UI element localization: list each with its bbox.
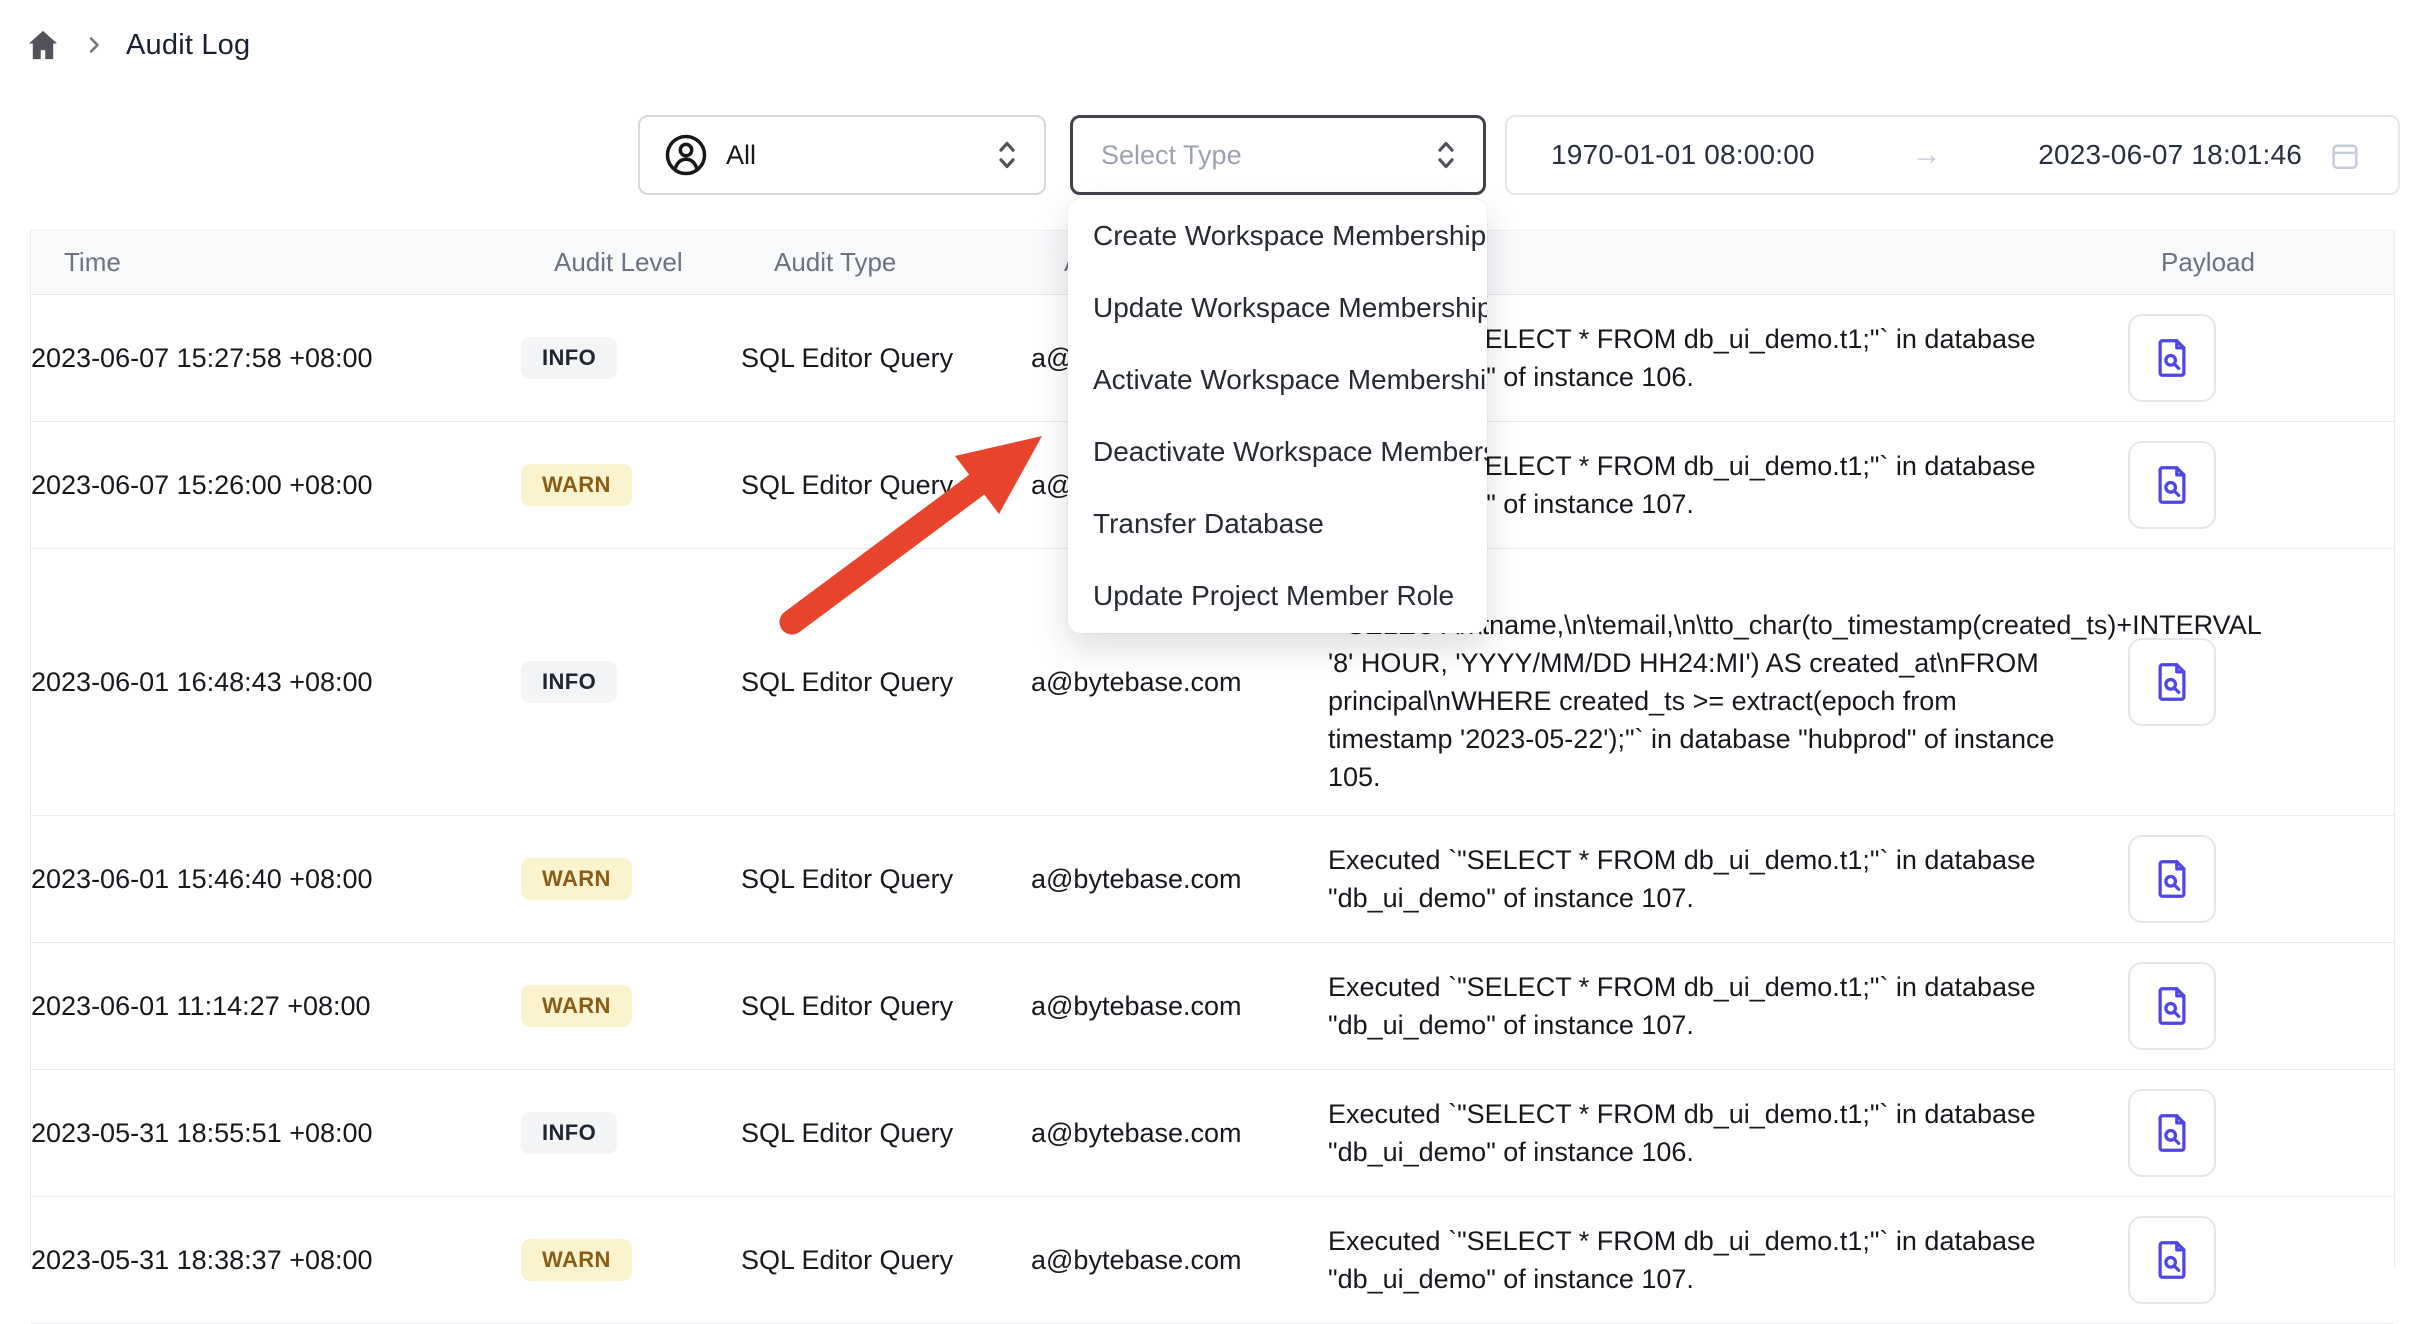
audit-time: 2023-05-31 18:55:51 +08:00 — [31, 1118, 521, 1149]
page-title: Audit Log — [126, 29, 250, 62]
audit-actor: a@bytebase.com — [1031, 667, 1328, 698]
audit-type: SQL Editor Query — [741, 667, 1031, 698]
chevron-up-down-icon — [1431, 138, 1461, 172]
header-payload: Payload — [2131, 247, 2394, 278]
date-range-end[interactable]: 2023-06-07 18:01:46 — [2038, 139, 2302, 171]
view-payload-button[interactable] — [2128, 835, 2216, 923]
audit-time: 2023-06-07 15:27:58 +08:00 — [31, 343, 521, 374]
header-time: Time — [64, 247, 554, 278]
document-search-icon — [2149, 1110, 2195, 1156]
date-range-start[interactable]: 1970-01-01 08:00:00 — [1551, 139, 1815, 171]
audit-type: SQL Editor Query — [741, 1118, 1031, 1149]
document-search-icon — [2149, 1237, 2195, 1283]
table-row: 2023-05-31 18:55:51 +08:00 INFO SQL Edit… — [31, 1070, 2394, 1197]
date-range-picker[interactable]: 1970-01-01 08:00:00 → 2023-06-07 18:01:4… — [1505, 115, 2400, 195]
audit-level-badge: WARN — [521, 464, 632, 506]
audit-type: SQL Editor Query — [741, 991, 1031, 1022]
audit-level-badge: WARN — [521, 858, 632, 900]
table-row: 2023-06-01 15:46:40 +08:00 WARN SQL Edit… — [31, 816, 2394, 943]
audit-actor: a@bytebase.com — [1031, 991, 1328, 1022]
menu-item-transfer-database[interactable]: Transfer Database — [1068, 488, 1487, 560]
document-search-icon — [2149, 462, 2195, 508]
view-payload-button[interactable] — [2128, 638, 2216, 726]
document-search-icon — [2149, 335, 2195, 381]
view-payload-button[interactable] — [2128, 1089, 2216, 1177]
audit-comment: Executed `"SELECT * FROM db_ui_demo.t1;"… — [1328, 1095, 2073, 1171]
audit-log-page: { "breadcrumb": { "title": "Audit Log" }… — [0, 0, 2410, 1268]
header-audit-type: Audit Type — [774, 247, 1064, 278]
view-payload-button[interactable] — [2128, 314, 2216, 402]
view-payload-button[interactable] — [2128, 962, 2216, 1050]
chevron-right-icon — [82, 33, 106, 57]
table-row: 2023-06-01 11:14:27 +08:00 WARN SQL Edit… — [31, 943, 2394, 1070]
type-filter-placeholder: Select Type — [1101, 140, 1242, 171]
audit-level-badge: INFO — [521, 337, 617, 379]
audit-time: 2023-05-31 18:38:37 +08:00 — [31, 1245, 521, 1276]
audit-actor: a@bytebase.com — [1031, 1118, 1328, 1149]
user-circle-icon — [664, 133, 708, 177]
audit-type: SQL Editor Query — [741, 470, 1031, 501]
view-payload-button[interactable] — [2128, 1216, 2216, 1304]
table-row: 2023-05-31 18:38:37 +08:00 WARN SQL Edit… — [31, 1197, 2394, 1324]
header-audit-level: Audit Level — [554, 247, 774, 278]
breadcrumb: Audit Log — [24, 26, 250, 64]
audit-level-badge: INFO — [521, 661, 617, 703]
audit-type: SQL Editor Query — [741, 343, 1031, 374]
audit-level-badge: WARN — [521, 1239, 632, 1281]
audit-type: SQL Editor Query — [741, 1245, 1031, 1276]
audit-time: 2023-06-07 15:26:00 +08:00 — [31, 470, 521, 501]
actor-filter-value: All — [726, 140, 756, 171]
chevron-up-down-icon — [992, 138, 1022, 172]
document-search-icon — [2149, 856, 2195, 902]
audit-time: 2023-06-01 16:48:43 +08:00 — [31, 667, 521, 698]
audit-level-badge: INFO — [521, 1112, 617, 1154]
calendar-icon — [2328, 138, 2362, 172]
audit-time: 2023-06-01 11:14:27 +08:00 — [31, 991, 521, 1022]
home-icon[interactable] — [24, 26, 62, 64]
audit-actor: a@bytebase.com — [1031, 864, 1328, 895]
audit-actor: a@bytebase.com — [1031, 1245, 1328, 1276]
audit-comment: Executed `"SELECT * FROM db_ui_demo.t1;"… — [1328, 841, 2073, 917]
actor-filter-select[interactable]: All — [638, 115, 1046, 195]
menu-item-update-project-member-role[interactable]: Update Project Member Role — [1068, 560, 1487, 632]
menu-item-deactivate-workspace-membership[interactable]: Deactivate Workspace Membership — [1068, 416, 1487, 488]
menu-item-create-workspace-membership[interactable]: Create Workspace Membership — [1068, 200, 1487, 272]
document-search-icon — [2149, 983, 2195, 1029]
menu-item-activate-workspace-membership[interactable]: Activate Workspace Membership — [1068, 344, 1487, 416]
view-payload-button[interactable] — [2128, 441, 2216, 529]
audit-type: SQL Editor Query — [741, 864, 1031, 895]
audit-comment: Executed `"SELECT * FROM db_ui_demo.t1;"… — [1328, 1222, 2073, 1298]
document-search-icon — [2149, 659, 2195, 705]
audit-comment: Executed `"SELECT * FROM db_ui_demo.t1;"… — [1328, 968, 2073, 1044]
audit-time: 2023-06-01 15:46:40 +08:00 — [31, 864, 521, 895]
audit-level-badge: WARN — [521, 985, 632, 1027]
type-filter-select[interactable]: Select Type — [1070, 115, 1486, 195]
arrow-right-icon: → — [1845, 138, 2008, 172]
menu-item-update-workspace-membership[interactable]: Update Workspace Membership — [1068, 272, 1487, 344]
type-filter-dropdown-menu: Create Workspace Membership Update Works… — [1068, 199, 1487, 633]
